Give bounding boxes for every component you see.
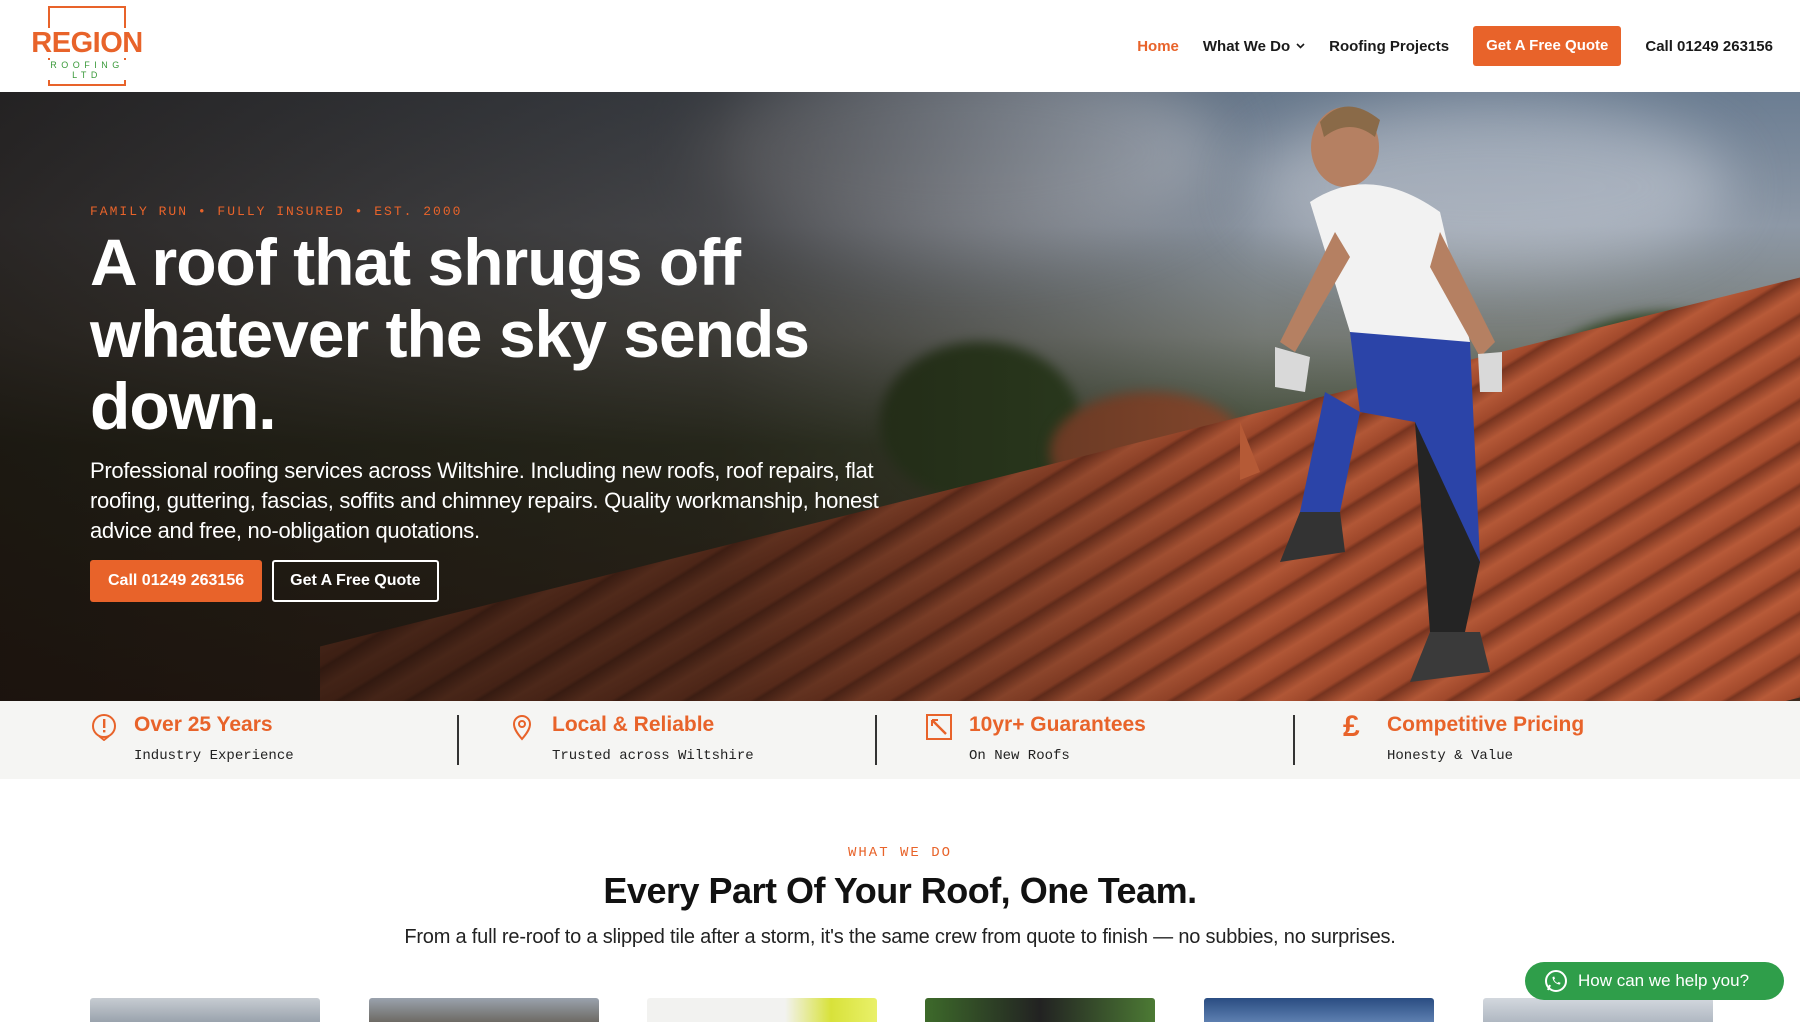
- service-card[interactable]: [90, 998, 320, 1022]
- features-bar: Over 25 Years Industry Experience Local …: [0, 701, 1800, 779]
- alert-shield-icon: [90, 713, 118, 742]
- hero-buttons: Call 01249 263156 Get A Free Quote: [90, 560, 439, 602]
- guarantee-badge-icon: [925, 713, 953, 741]
- services-eyebrow: WHAT WE DO: [847, 845, 952, 861]
- hero-quote-button[interactable]: Get A Free Quote: [272, 560, 439, 602]
- location-pin-icon: [508, 713, 536, 741]
- nav-phone-link[interactable]: Call 01249 263156: [1645, 38, 1773, 55]
- nav-what-we-do-label: What We Do: [1202, 37, 1291, 55]
- services-subtitle: From a full re-roof to a slipped tile af…: [404, 926, 1396, 948]
- logo-word: REGION: [30, 27, 144, 59]
- hero-call-button[interactable]: Call 01249 263156: [90, 560, 263, 602]
- hero-subtext: Professional roofing services across Wil…: [90, 458, 879, 543]
- feature-subtitle: On New Roofs: [969, 748, 1070, 764]
- nav-quote-button[interactable]: Get A Free Quote: [1473, 26, 1622, 66]
- nav-roofing-projects[interactable]: Roofing Projects: [1329, 38, 1449, 55]
- site-header: REGION ROOFING LTD Home What We Do Roofi…: [0, 0, 1800, 92]
- feature-divider: [875, 715, 877, 765]
- feature-title: Over 25 Years: [134, 713, 273, 736]
- feature-title: Local & Reliable: [552, 713, 715, 736]
- feature-pricing: £ Competitive Pricing Honesty & Value: [1343, 701, 1703, 779]
- service-card[interactable]: [925, 998, 1155, 1022]
- feature-title: Competitive Pricing: [1387, 713, 1585, 736]
- site-logo[interactable]: REGION ROOFING LTD: [30, 6, 144, 86]
- service-card[interactable]: [1204, 998, 1434, 1022]
- feature-divider: [1293, 715, 1295, 765]
- feature-guarantees: 10yr+ Guarantees On New Roofs: [925, 701, 1285, 779]
- whatsapp-label: How can we help you?: [1578, 971, 1750, 990]
- feature-title: 10yr+ Guarantees: [969, 713, 1146, 736]
- logo-subtitle: ROOFING LTD: [40, 60, 134, 80]
- chevron-down-icon: [1296, 41, 1305, 52]
- whatsapp-icon: [1545, 970, 1567, 992]
- feature-subtitle: Trusted across Wiltshire: [552, 748, 754, 764]
- feature-experience: Over 25 Years Industry Experience: [90, 701, 450, 779]
- whatsapp-chat-button[interactable]: How can we help you?: [1525, 962, 1784, 1000]
- hero-eyebrow: FAMILY RUN • FULLY INSURED • EST. 2000: [90, 204, 463, 219]
- hero-section: FAMILY RUN • FULLY INSURED • EST. 2000 A…: [0, 92, 1800, 701]
- nav-what-we-do[interactable]: What We Do: [1203, 38, 1305, 55]
- feature-local: Local & Reliable Trusted across Wiltshir…: [508, 701, 868, 779]
- feature-divider: [457, 715, 459, 765]
- hero-headline: A roof that shrugs off whatever the sky …: [90, 225, 810, 443]
- service-card[interactable]: [647, 998, 877, 1022]
- nav-home[interactable]: Home: [1137, 38, 1179, 55]
- pound-sign-icon: £: [1343, 710, 1360, 743]
- feature-subtitle: Honesty & Value: [1387, 748, 1514, 764]
- roofer-figure: [1240, 106, 1502, 682]
- feature-subtitle: Industry Experience: [134, 748, 294, 764]
- service-card[interactable]: [1483, 998, 1713, 1022]
- service-card[interactable]: [369, 998, 599, 1022]
- main-nav: Home What We Do Roofing Projects Get A F…: [1137, 26, 1773, 66]
- services-title: Every Part Of Your Roof, One Team.: [603, 870, 1197, 911]
